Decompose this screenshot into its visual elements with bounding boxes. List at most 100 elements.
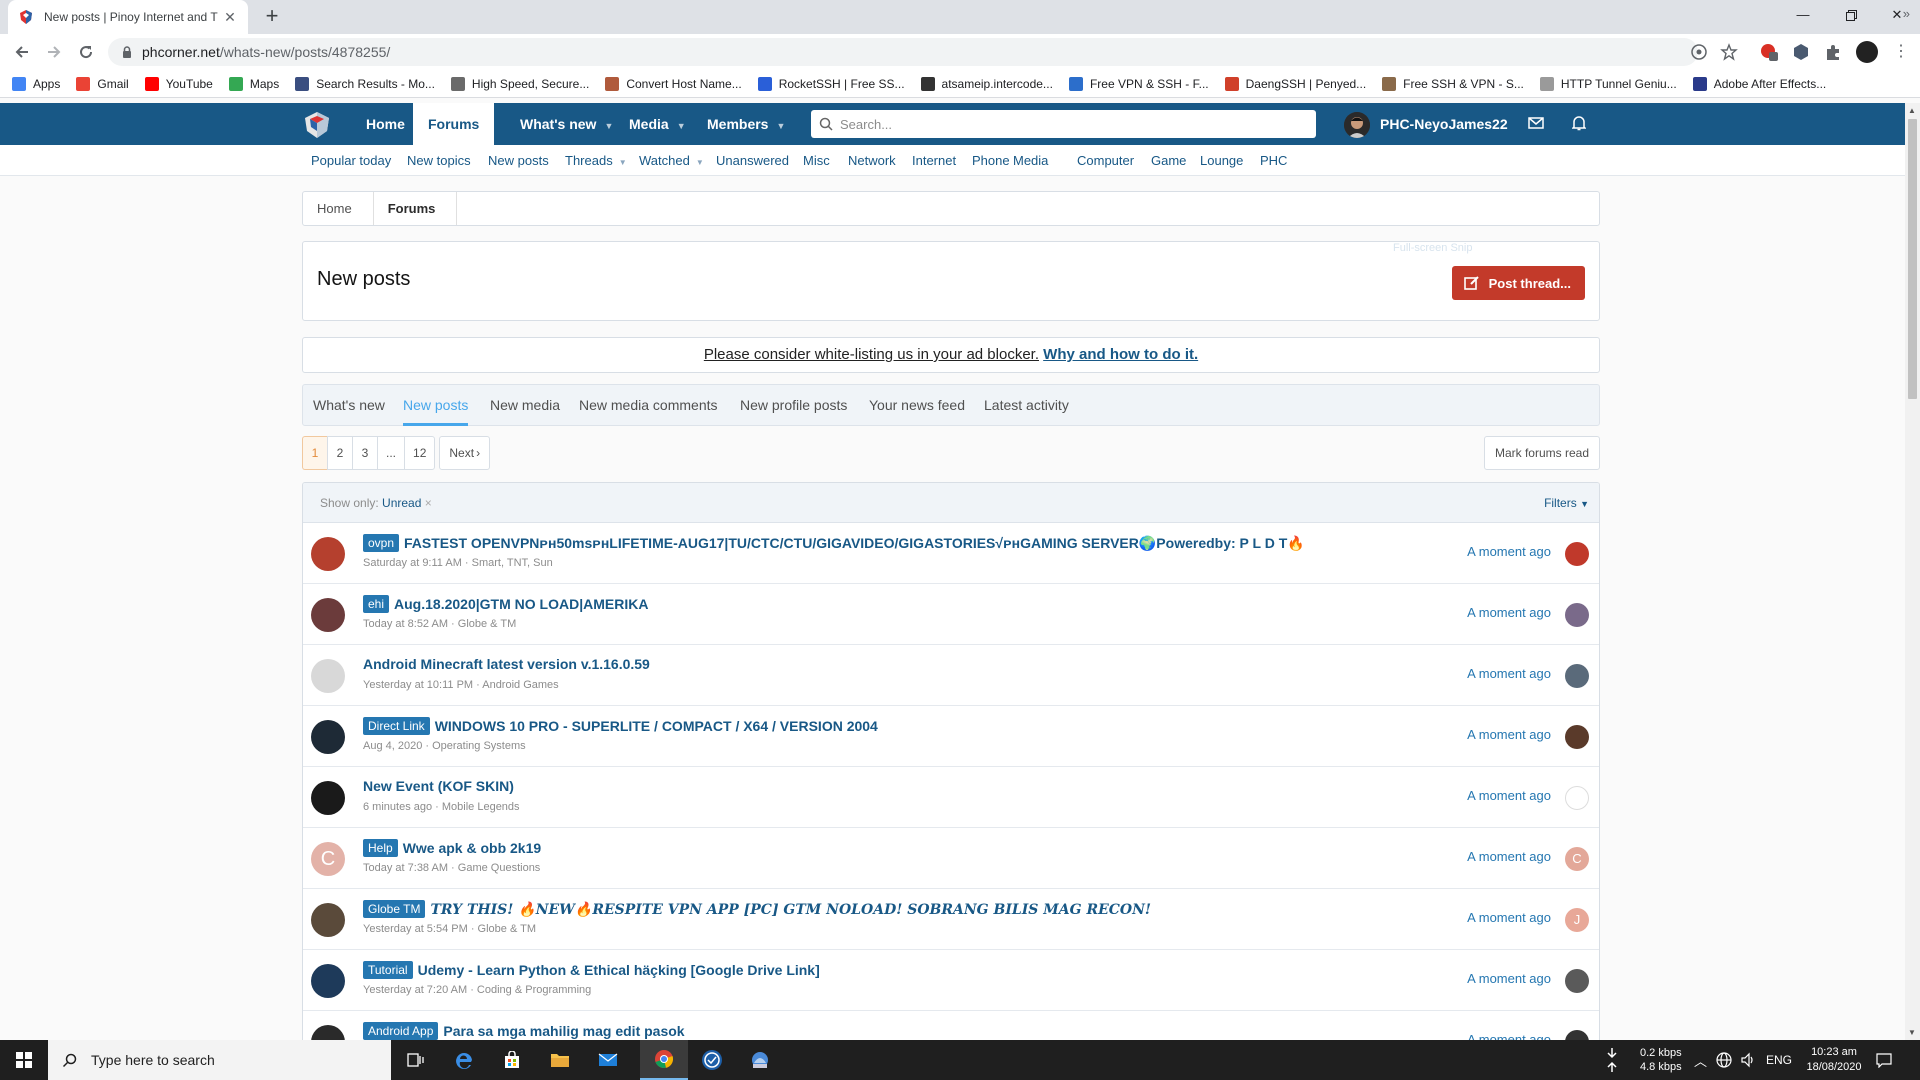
thread-title-link[interactable]: Direct Link WINDOWS 10 PRO - SUPERLITE / …: [363, 717, 1359, 735]
task-view-button[interactable]: [392, 1040, 440, 1080]
subnav-internet[interactable]: Internet: [912, 145, 956, 176]
thread-title-link[interactable]: Tutorial Udemy - Learn Python & Ethical h…: [363, 961, 1359, 979]
menu-kebab-icon[interactable]: ⋮: [1892, 43, 1910, 61]
address-bar[interactable]: phcorner.net/whats-new/posts/4878255/: [108, 38, 1698, 66]
show-only-value[interactable]: Unread: [382, 496, 421, 510]
thread-row[interactable]: New Event (KOF SKIN) 6 minutes ago · Mobi…: [303, 767, 1599, 828]
tab-latest-activity[interactable]: Latest activity: [984, 385, 1069, 425]
bookmark-item[interactable]: RocketSSH | Free SS...: [757, 76, 905, 91]
bookmark-item[interactable]: Gmail: [76, 76, 129, 91]
tab-your-news-feed[interactable]: Your news feed: [869, 385, 965, 425]
tab-new-media[interactable]: New media: [490, 385, 560, 425]
extension-red-icon[interactable]: [1760, 43, 1778, 61]
clock[interactable]: 10:23 am 18/08/2020: [1806, 1040, 1862, 1080]
page-link[interactable]: 12: [404, 436, 436, 470]
restore-button[interactable]: [1828, 0, 1874, 30]
scroll-thumb[interactable]: [1908, 119, 1917, 399]
star-icon[interactable]: [1720, 43, 1738, 61]
thread-row[interactable]: Globe TM TRY THIS! 🔥NEW🔥RESPITE VPN APP […: [303, 889, 1599, 950]
thread-prefix-badge[interactable]: ovpn: [363, 534, 400, 552]
thread-row[interactable]: ovpn FASTEST OPENVPNᴘʜ50msᴘʜLIFETIME-AUG1…: [303, 523, 1599, 584]
bookmark-item[interactable]: HTTP Tunnel Geniu...: [1539, 76, 1677, 91]
subnav-computer[interactable]: Computer: [1077, 145, 1134, 176]
thread-row[interactable]: ehi Aug.18.2020|GTM NO LOAD|AMERIKA Today …: [303, 584, 1599, 645]
last-post-time[interactable]: A moment ago: [1467, 605, 1551, 620]
new-tab-button[interactable]: +: [260, 5, 284, 29]
bookmarks-more-icon[interactable]: »: [1903, 6, 1910, 21]
add-circle-icon[interactable]: [1690, 43, 1708, 61]
thread-starter-avatar[interactable]: C: [311, 842, 345, 876]
page-link[interactable]: 3: [352, 436, 377, 470]
phcorner-logo-icon[interactable]: [302, 110, 332, 140]
thread-title-link[interactable]: Android Minecraft latest version v.1.16.…: [363, 656, 1359, 672]
last-poster-avatar[interactable]: [1565, 969, 1589, 993]
extensions-puzzle-icon[interactable]: [1824, 43, 1842, 61]
thread-title-link[interactable]: Globe TM TRY THIS! 🔥NEW🔥RESPITE VPN APP […: [363, 900, 1359, 918]
last-poster-avatar[interactable]: [1565, 542, 1589, 566]
breadcrumb-forums[interactable]: Forums: [374, 192, 458, 225]
bookmark-item[interactable]: DaengSSH | Penyed...: [1224, 76, 1366, 91]
thread-prefix-badge[interactable]: Globe TM: [363, 900, 426, 918]
tab-new-profile-posts[interactable]: New profile posts: [740, 385, 847, 425]
subnav-unanswered[interactable]: Unanswered: [716, 145, 789, 176]
bookmark-item[interactable]: Adobe After Effects...: [1692, 76, 1826, 91]
last-poster-avatar[interactable]: [1565, 725, 1589, 749]
thread-starter-avatar[interactable]: [311, 659, 345, 693]
user-avatar[interactable]: [1344, 112, 1370, 138]
last-poster-avatar[interactable]: J: [1565, 908, 1589, 932]
last-post-time[interactable]: A moment ago: [1467, 544, 1551, 559]
adblock-help-link[interactable]: Why and how to do it.: [1043, 346, 1198, 363]
breadcrumb-home[interactable]: Home: [303, 192, 374, 225]
thread-title-link[interactable]: ovpn FASTEST OPENVPNᴘʜ50msᴘʜLIFETIME-AUG1…: [363, 534, 1359, 552]
subnav-media[interactable]: Media: [1013, 145, 1048, 176]
close-window-button[interactable]: ✕: [1874, 0, 1920, 30]
subnav-new-posts[interactable]: New posts: [488, 145, 549, 176]
bookmark-item[interactable]: Free SSH & VPN - S...: [1382, 76, 1524, 91]
tab-new-media-comments[interactable]: New media comments: [579, 385, 718, 425]
bookmark-item[interactable]: Search Results - Mo...: [295, 76, 435, 91]
thread-row[interactable]: Android App Para sa mga mahilig mag edit …: [303, 1011, 1599, 1042]
bookmark-item[interactable]: High Speed, Secure...: [450, 76, 589, 91]
thread-prefix-badge[interactable]: Direct Link: [363, 717, 430, 735]
thread-title-link[interactable]: Help Wwe apk & obb 2k19: [363, 839, 1359, 857]
tab-what-s-new[interactable]: What's new: [313, 385, 385, 425]
thread-starter-avatar[interactable]: [311, 598, 345, 632]
bookmark-item[interactable]: Maps: [228, 76, 279, 91]
nav-tab-forums[interactable]: Forums: [413, 103, 495, 145]
subnav-misc[interactable]: Misc: [803, 145, 830, 176]
network-globe-icon[interactable]: [1716, 1040, 1732, 1080]
taskbar-file-explorer[interactable]: [536, 1040, 584, 1080]
last-poster-avatar[interactable]: [1565, 603, 1589, 627]
nav-tab-media[interactable]: Media ▼: [629, 103, 686, 145]
input-language[interactable]: ENG: [1766, 1040, 1792, 1080]
subnav-watched[interactable]: Watched ▼: [639, 145, 704, 178]
action-center-icon[interactable]: [1876, 1040, 1892, 1080]
subnav-network[interactable]: Network: [848, 145, 896, 176]
thread-prefix-badge[interactable]: ehi: [363, 595, 390, 613]
start-button[interactable]: [0, 1040, 48, 1080]
thread-prefix-badge[interactable]: Help: [363, 839, 398, 857]
bookmark-item[interactable]: Apps: [12, 76, 60, 91]
last-poster-avatar[interactable]: C: [1565, 847, 1589, 871]
thread-starter-avatar[interactable]: [311, 903, 345, 937]
inbox-envelope-icon[interactable]: [1528, 116, 1544, 130]
page-link[interactable]: 2: [327, 436, 352, 470]
thread-title-link[interactable]: Android App Para sa mga mahilig mag edit …: [363, 1022, 1359, 1040]
subnav-threads[interactable]: Threads ▼: [565, 145, 627, 178]
subnav-new-topics[interactable]: New topics: [407, 145, 471, 176]
tab-new-posts[interactable]: New posts: [403, 385, 469, 426]
last-post-time[interactable]: A moment ago: [1467, 666, 1551, 681]
back-button[interactable]: [10, 40, 34, 64]
filters-dropdown[interactable]: Filters ▼: [1544, 483, 1589, 524]
taskbar-app-blue[interactable]: [688, 1040, 736, 1080]
mark-forums-read-button[interactable]: Mark forums read: [1483, 436, 1600, 470]
last-post-time[interactable]: A moment ago: [1467, 910, 1551, 925]
last-post-time[interactable]: A moment ago: [1467, 788, 1551, 803]
taskbar-chrome[interactable]: [640, 1040, 688, 1080]
taskbar-edge[interactable]: [440, 1040, 488, 1080]
username-link[interactable]: PHC-NeyoJames22: [1380, 103, 1508, 145]
thread-prefix-badge[interactable]: Android App: [363, 1022, 439, 1040]
profile-avatar-icon[interactable]: [1856, 41, 1878, 63]
next-page-button[interactable]: Next ›: [439, 436, 491, 470]
extension-cube-icon[interactable]: [1792, 43, 1810, 61]
